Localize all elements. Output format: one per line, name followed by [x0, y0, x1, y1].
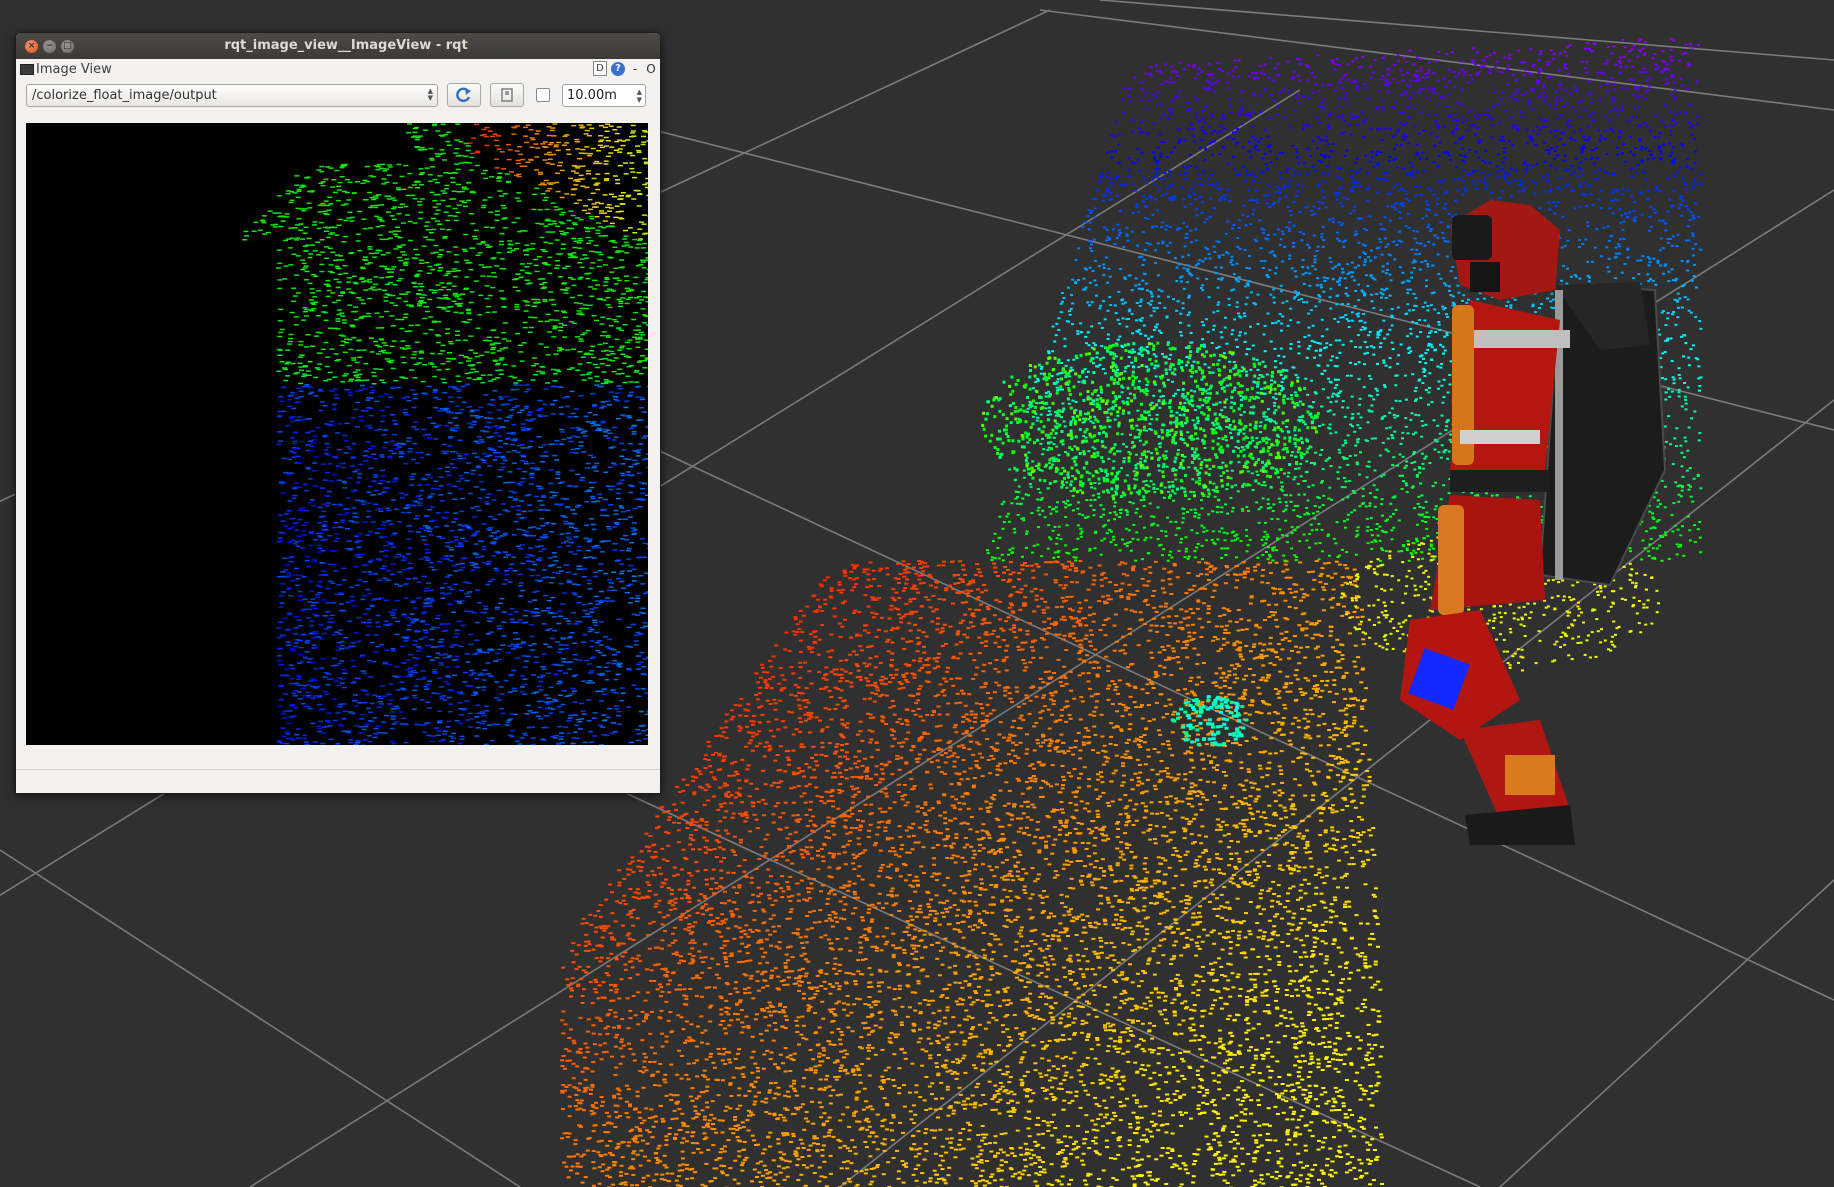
image-view-toolbar: /colorize_float_image/output ▲ ▼ 10.00m ▲… — [16, 79, 660, 111]
save-image-button[interactable] — [490, 83, 524, 107]
colorized-depth-image — [242, 123, 648, 745]
plugin-close-button[interactable]: O — [645, 62, 657, 76]
window-titlebar[interactable]: × − □ rqt_image_view__ImageView - rqt — [16, 33, 660, 59]
window-title: rqt_image_view__ImageView - rqt — [224, 38, 468, 53]
humanoid-robot-model — [1400, 200, 1667, 845]
refresh-icon — [456, 87, 471, 103]
plugin-minimize-button[interactable]: - — [629, 62, 641, 76]
dock-toggle-button[interactable]: D — [593, 61, 607, 76]
plugin-icon — [20, 63, 34, 75]
refresh-topics-button[interactable] — [447, 83, 481, 107]
max-range-spinbox[interactable]: 10.00m ▲ ▼ — [562, 83, 646, 107]
plugin-header: Image View D ? - O — [16, 59, 660, 79]
rqt-image-view-window[interactable]: × − □ rqt_image_view__ImageView - rqt Im… — [15, 32, 661, 794]
plugin-title: Image View — [36, 61, 112, 77]
status-bar — [16, 769, 660, 770]
image-display[interactable] — [26, 123, 648, 745]
topic-select-value: /colorize_float_image/output — [32, 87, 217, 103]
spin-arrows-icon: ▲ ▼ — [636, 87, 642, 104]
topic-select[interactable]: /colorize_float_image/output ▲ ▼ — [26, 83, 438, 107]
help-icon[interactable]: ? — [611, 61, 625, 76]
save-icon — [501, 88, 513, 102]
smooth-scaling-checkbox[interactable] — [536, 88, 550, 102]
combo-arrows-icon: ▲ ▼ — [427, 86, 433, 102]
max-range-value: 10.00m — [567, 87, 617, 103]
